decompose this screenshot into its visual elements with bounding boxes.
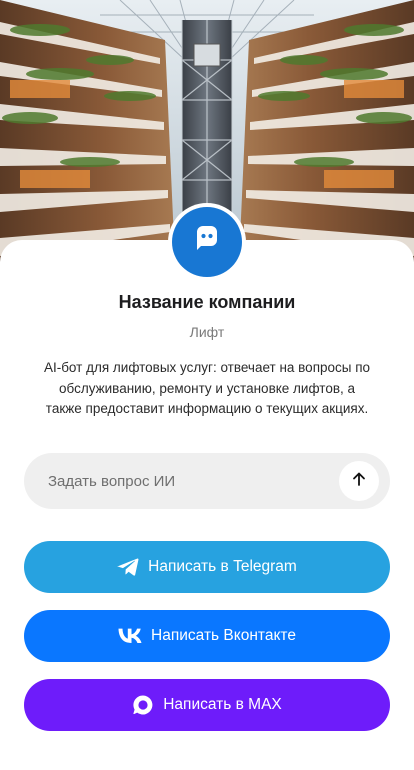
company-description: AI-бот для лифтовых услуг: отвечает на в…	[43, 360, 371, 416]
write-vk-label: Написать Вконтакте	[151, 627, 296, 644]
avatar-circle	[172, 207, 242, 277]
write-telegram-button[interactable]: Написать в Telegram	[24, 541, 390, 593]
write-vk-button[interactable]: Написать Вконтакте	[24, 610, 390, 662]
company-page: Название компании Лифт AI-бот для лифтов…	[0, 0, 414, 770]
avatar	[168, 203, 246, 281]
max-icon	[132, 694, 154, 716]
ask-ai-input[interactable]	[24, 453, 324, 509]
telegram-icon	[117, 557, 139, 577]
vk-icon	[118, 628, 142, 644]
arrow-up-icon	[351, 471, 367, 492]
send-button[interactable]	[339, 461, 379, 501]
write-max-label: Написать в MAX	[163, 696, 282, 713]
chat-bot-icon	[191, 224, 223, 261]
write-telegram-label: Написать в Telegram	[148, 558, 297, 575]
company-category: Лифт	[189, 324, 225, 340]
company-name: Название компании	[118, 292, 296, 312]
ask-ai-field	[24, 453, 390, 509]
write-max-button[interactable]: Написать в MAX	[24, 679, 390, 731]
